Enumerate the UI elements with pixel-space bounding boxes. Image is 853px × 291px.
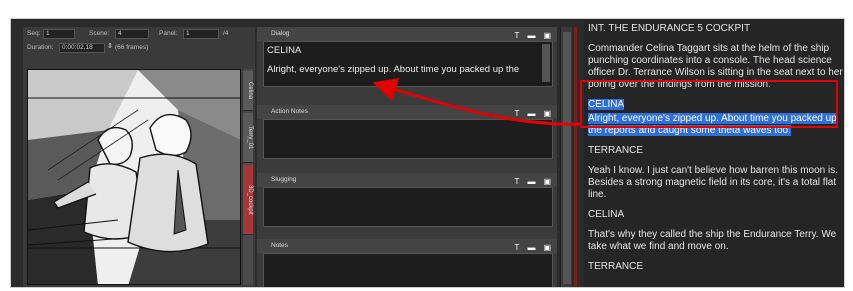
export-icon[interactable]: ▣ xyxy=(543,107,551,121)
seq-field[interactable]: 1 xyxy=(43,29,75,39)
action-notes-text-area[interactable] xyxy=(263,119,553,159)
layer-tab-celina[interactable]: Celina xyxy=(243,71,253,111)
notes-title: Notes xyxy=(271,242,288,249)
panel-view: Seq: 1 Scene: 4 Panel: 1 /4 Duration: 0:… xyxy=(23,27,255,287)
script-view[interactable]: INT. THE ENDURANCE 5 COCKPIT Commander C… xyxy=(584,19,844,287)
text-tool-icon[interactable]: T xyxy=(515,175,520,189)
script-character: TERRANCE xyxy=(588,261,644,272)
dialog-text-area[interactable]: CELINA Alright, everyone's zipped up. Ab… xyxy=(263,41,553,87)
text-tool-icon[interactable]: T xyxy=(515,241,520,255)
action-notes-panel: Action Notes T ▬ ▣ xyxy=(257,105,557,159)
action-notes-header: Action Notes T ▬ ▣ xyxy=(257,105,557,119)
scene-label: Scene: xyxy=(89,30,110,37)
slugging-panel: Slugging T ▬ ▣ xyxy=(257,173,557,227)
scene-field[interactable]: 4 xyxy=(115,29,149,39)
script-dialog-selected: Alright, everyone's zipped up. About tim… xyxy=(588,113,837,136)
panel-notes: Dialog T ▬ ▣ CELINA Alright, everyone's … xyxy=(257,27,557,287)
slugging-header: Slugging T ▬ ▣ xyxy=(257,173,557,187)
dialog-panel: Dialog T ▬ ▣ CELINA Alright, everyone's … xyxy=(257,27,557,87)
slugging-text-area[interactable] xyxy=(263,187,553,227)
storyboard-drawing[interactable] xyxy=(27,69,241,285)
scrollbar-thumb[interactable] xyxy=(563,32,571,284)
script-dialog: That's why they called the ship the Endu… xyxy=(588,229,837,252)
open-icon[interactable]: ▬ xyxy=(527,107,535,121)
seq-label: Seq: xyxy=(27,30,41,37)
dialog-scrollbar[interactable] xyxy=(542,44,550,82)
layer-tab-3d-cockpit[interactable]: 3D_cockpit xyxy=(243,165,253,235)
layer-tabs: Celina Terry_01 3D_cockpit xyxy=(243,69,253,285)
script-character-selected: CELINA xyxy=(588,99,625,110)
scene-heading: INT. THE ENDURANCE 5 COCKPIT xyxy=(588,23,751,34)
action-notes-title: Action Notes xyxy=(271,108,308,115)
slugging-title: Slugging xyxy=(271,176,297,183)
dialog-character: CELINA xyxy=(267,45,302,56)
duration-label: Duration: xyxy=(27,44,54,51)
open-icon[interactable]: ▬ xyxy=(527,241,535,255)
splitter[interactable] xyxy=(574,27,577,287)
app-window: Seq: 1 Scene: 4 Panel: 1 /4 Duration: 0:… xyxy=(10,18,845,288)
layer-tab-terry[interactable]: Terry_01 xyxy=(243,113,253,163)
panel-total: /4 xyxy=(223,30,229,37)
dialog-panel-header: Dialog T ▬ ▣ xyxy=(257,27,557,41)
panel-field[interactable]: 1 xyxy=(183,29,219,39)
dialog-panel-title: Dialog xyxy=(271,30,290,37)
script-action: Commander Celina Taggart sits at the hel… xyxy=(588,43,843,90)
notes-header: Notes T ▬ ▣ xyxy=(257,239,557,253)
text-tool-icon[interactable]: T xyxy=(515,107,520,121)
script-character: CELINA xyxy=(588,209,625,220)
storyboard-sketch-image xyxy=(28,70,240,284)
notes-panel: Notes T ▬ ▣ xyxy=(257,239,557,287)
duration-stepper-icon[interactable]: ⇕ xyxy=(107,42,113,50)
frames-count: (66 frames) xyxy=(115,44,149,51)
panel-label: Panel: xyxy=(159,30,178,37)
export-icon[interactable]: ▣ xyxy=(543,241,551,255)
script-character: TERRANCE xyxy=(588,145,644,156)
dialog-line: Alright, everyone's zipped up. About tim… xyxy=(267,64,520,75)
script-dialog: Yeah I know. I just can't believe how ba… xyxy=(588,165,839,200)
export-icon[interactable]: ▣ xyxy=(543,175,551,189)
notes-scrollbar[interactable] xyxy=(560,27,572,287)
notes-text-area[interactable] xyxy=(263,253,553,287)
duration-field[interactable]: 0:00:02.18 xyxy=(59,43,105,53)
open-icon[interactable]: ▬ xyxy=(527,175,535,189)
